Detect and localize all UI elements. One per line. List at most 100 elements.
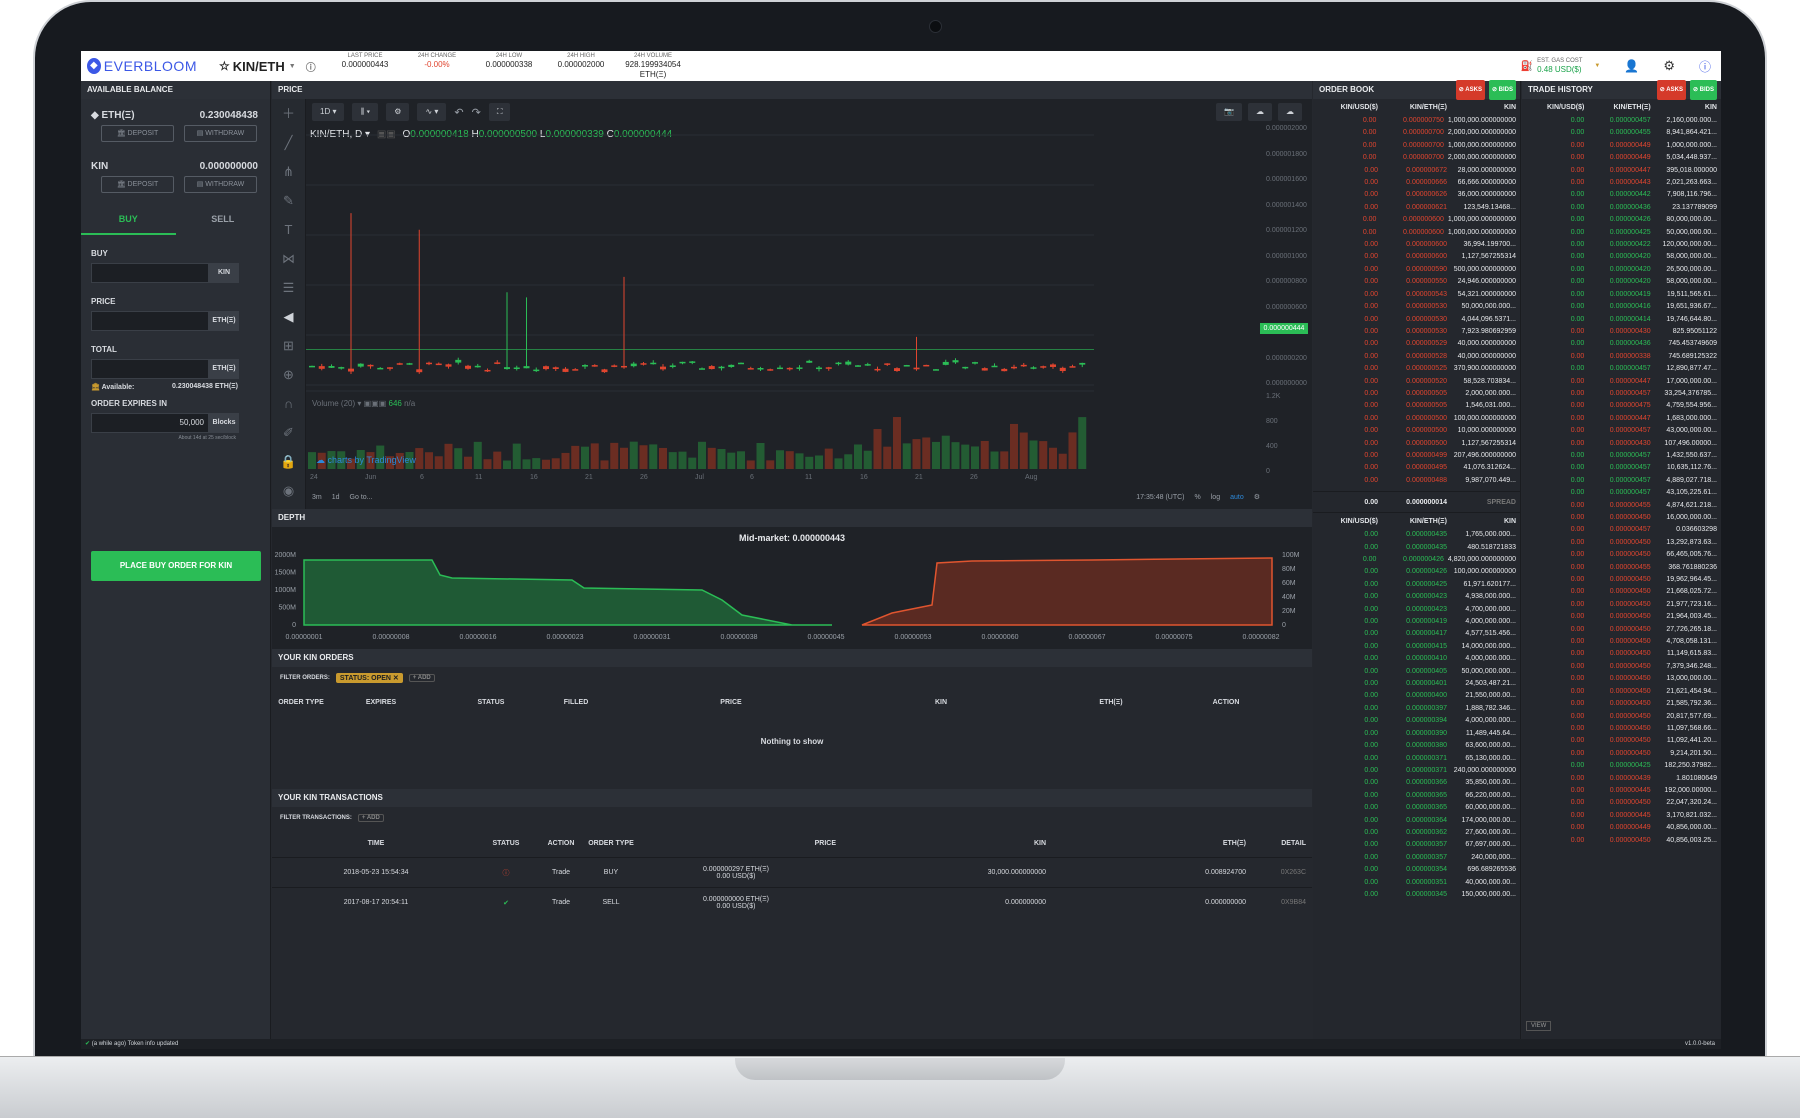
- book-row[interactable]: 0.00 0.000000455 4,874,621.218...: [1522, 500, 1721, 512]
- book-row[interactable]: 0.00 0.000000371 65,130,000.00...: [1313, 753, 1520, 765]
- book-row[interactable]: 0.00 0.000000435 480.518721833: [1313, 542, 1520, 554]
- book-row[interactable]: 0.00 0.000000450 66,465,005.76...: [1522, 549, 1721, 561]
- book-column[interactable]: KIN/USD($): [1313, 518, 1382, 525]
- orders-column[interactable]: ORDER TYPE: [276, 699, 326, 706]
- book-row[interactable]: 0.00 0.000000500 1,127,567255314: [1313, 438, 1520, 450]
- orders-column[interactable]: ETH(Ξ): [1026, 699, 1196, 706]
- undo-icon[interactable]: ↶: [454, 106, 463, 119]
- bids-toggle[interactable]: ⊘ BIDS: [1488, 80, 1516, 100]
- status-open-chip[interactable]: STATUS: OPEN ✕: [335, 673, 403, 683]
- book-row[interactable]: 0.00 0.000000345 150,000,000.00...: [1313, 889, 1520, 901]
- kin-withdraw-button[interactable]: ▤ WITHDRAW: [184, 176, 257, 193]
- book-row[interactable]: 0.00 0.000000530 4,044,096.5371...: [1313, 314, 1520, 326]
- buy-amount-input[interactable]: [91, 263, 209, 283]
- book-row[interactable]: 0.00 0.000000450 21,977,723.16...: [1522, 599, 1721, 611]
- candle-type-icon[interactable]: ⫼ ▾: [352, 103, 379, 121]
- book-row[interactable]: 0.00 0.000000423 4,700,000.000...: [1313, 604, 1520, 616]
- auto-toggle[interactable]: auto: [1230, 494, 1244, 501]
- orders-column[interactable]: STATUS: [436, 699, 546, 706]
- book-row[interactable]: 0.00 0.000000488 9,987,070.449...: [1313, 475, 1520, 487]
- pattern-icon[interactable]: ⋈: [272, 244, 305, 273]
- book-row[interactable]: 0.00 0.000000450 21,621,454.94...: [1522, 686, 1721, 698]
- book-row[interactable]: 0.00 0.000000621 123,549.13468...: [1313, 202, 1520, 214]
- book-row[interactable]: 0.00 0.000000450 11,092,441.20...: [1522, 735, 1721, 747]
- book-column[interactable]: KIN/ETH(Ξ): [1588, 104, 1654, 111]
- book-row[interactable]: 0.00 0.000000450 13,292,873.63...: [1522, 537, 1721, 549]
- book-row[interactable]: 0.00 0.000000442 7,908,116.796...: [1522, 189, 1721, 201]
- book-row[interactable]: 0.00 0.000000450 4,708,058.131...: [1522, 636, 1721, 648]
- view-button[interactable]: VIEW: [1526, 1021, 1552, 1031]
- book-row[interactable]: 0.00 0.000000357 67,697,000.00...: [1313, 839, 1520, 851]
- goto-button[interactable]: Go to...: [350, 494, 373, 501]
- tx-column[interactable]: PRICE: [636, 840, 836, 847]
- book-row[interactable]: 0.00 0.000000447 17,000,000.00...: [1522, 376, 1721, 388]
- info-icon[interactable]: ⓘ: [306, 59, 316, 74]
- add-filter-button[interactable]: + ADD: [408, 674, 435, 682]
- tx-column[interactable]: ORDER TYPE: [586, 840, 636, 847]
- book-row[interactable]: 0.00 0.000000449 1,000,000.000...: [1522, 140, 1721, 152]
- book-row[interactable]: 0.00 0.000000357 240,000,000...: [1313, 852, 1520, 864]
- crosshair-icon[interactable]: ＋: [272, 99, 305, 128]
- tx-column[interactable]: TIME: [276, 840, 476, 847]
- user-icon[interactable]: 👤: [1624, 59, 1639, 73]
- book-column[interactable]: KIN/ETH(Ξ): [1382, 518, 1451, 525]
- star-icon[interactable]: ☆: [219, 59, 230, 73]
- trend-line-icon[interactable]: ╱: [272, 128, 305, 157]
- book-row[interactable]: 0.00 0.000000362 27,600,000.00...: [1313, 827, 1520, 839]
- book-row[interactable]: 0.00 0.000000457 33,254,376785...: [1522, 388, 1721, 400]
- book-row[interactable]: 0.00 0.000000436 745.453749609: [1522, 338, 1721, 350]
- magnet-icon[interactable]: ∩: [272, 389, 305, 418]
- book-row[interactable]: 0.00 0.000000672 28,000.000000000: [1313, 165, 1520, 177]
- book-row[interactable]: 0.00 0.000000420 26,500,000.00...: [1522, 264, 1721, 276]
- book-row[interactable]: 0.00 0.000000500 100,000.000000000: [1313, 413, 1520, 425]
- pitchfork-icon[interactable]: ⋔: [272, 157, 305, 186]
- price-input[interactable]: [91, 311, 209, 331]
- book-row[interactable]: 0.00 0.000000457 43,105,225.61...: [1522, 487, 1721, 499]
- gear-icon[interactable]: ⚙: [1254, 493, 1260, 501]
- book-row[interactable]: 0.00 0.000000700 2,000,000.000000000: [1313, 127, 1520, 139]
- kin-deposit-button[interactable]: 🏛 DEPOSIT: [101, 176, 174, 193]
- book-row[interactable]: 0.00 0.000000525 370,900.000000000: [1313, 363, 1520, 375]
- book-row[interactable]: 0.00 0.000000365 60,000,000.00...: [1313, 802, 1520, 814]
- book-row[interactable]: 0.00 0.000000455 368.761880236: [1522, 562, 1721, 574]
- book-row[interactable]: 0.00 0.000000430 825.95051122: [1522, 326, 1721, 338]
- log-toggle[interactable]: log: [1211, 494, 1220, 501]
- pair-selector[interactable]: ☆ KIN/ETH ▼ ⓘ: [219, 59, 319, 74]
- tx-column[interactable]: KIN: [836, 840, 1046, 847]
- interval-select[interactable]: 1D ▾: [312, 103, 345, 121]
- book-row[interactable]: 0.00 0.000000530 50,000,000.000...: [1313, 301, 1520, 313]
- book-row[interactable]: 0.00 0.000000543 54,321.000000000: [1313, 289, 1520, 301]
- book-row[interactable]: 0.00 0.000000495 41,076.312624...: [1313, 462, 1520, 474]
- pencil-lock-icon[interactable]: ✐: [272, 418, 305, 447]
- book-row[interactable]: 0.00 0.000000419 19,511,565.61...: [1522, 289, 1721, 301]
- fullscreen-icon[interactable]: ⛶: [488, 103, 511, 121]
- tx-column[interactable]: DETAIL: [1246, 840, 1306, 847]
- indicators-icon[interactable]: ∿ ▾: [417, 103, 447, 121]
- book-row[interactable]: 0.00 0.000000420 58,000,000.00...: [1522, 276, 1721, 288]
- book-row[interactable]: 0.00 0.000000505 2,000,000.000...: [1313, 388, 1520, 400]
- book-row[interactable]: 0.00 0.000000445 3,170,821.032...: [1522, 810, 1721, 822]
- tx-column[interactable]: ETH(Ξ): [1046, 840, 1246, 847]
- book-row[interactable]: 0.00 0.000000364 174,000,000.00...: [1313, 815, 1520, 827]
- book-row[interactable]: 0.00 0.000000450 27,726,265.18...: [1522, 624, 1721, 636]
- settings-icon[interactable]: ⚙: [386, 103, 410, 121]
- book-row[interactable]: 0.00 0.000000365 66,220,000.00...: [1313, 790, 1520, 802]
- book-row[interactable]: 0.00 0.000000600 36,994.199700...: [1313, 239, 1520, 251]
- book-column[interactable]: KIN/USD($): [1313, 104, 1382, 111]
- book-row[interactable]: 0.00 0.000000422 120,000,000.00...: [1522, 239, 1721, 251]
- book-row[interactable]: 0.00 0.000000447 395,018.000000: [1522, 165, 1721, 177]
- zoom-icon[interactable]: ⊕: [272, 360, 305, 389]
- book-row[interactable]: 0.00 0.000000405 50,000,000.000...: [1313, 666, 1520, 678]
- book-row[interactable]: 0.00 0.000000455 8,941,864.421...: [1522, 127, 1721, 139]
- lock-icon[interactable]: 🔒: [272, 447, 305, 476]
- arrow-back-icon[interactable]: ◀: [272, 302, 305, 331]
- percent-toggle[interactable]: %: [1195, 494, 1201, 501]
- camera-icon[interactable]: 📷: [1216, 103, 1242, 121]
- book-row[interactable]: 0.00 0.000000700 2,000,000.000000000: [1313, 152, 1520, 164]
- book-row[interactable]: 0.00 0.000000450 21,668,025.72...: [1522, 586, 1721, 598]
- asks-toggle[interactable]: ⊘ ASKS: [1455, 80, 1485, 100]
- book-row[interactable]: 0.00 0.000000449 40,856,000.00...: [1522, 822, 1721, 834]
- book-row[interactable]: 0.00 0.000000371 240,000.000000000: [1313, 765, 1520, 777]
- book-row[interactable]: 0.00 0.000000475 4,759,554.956...: [1522, 400, 1721, 412]
- book-row[interactable]: 0.00 0.000000410 4,000,000.000...: [1313, 653, 1520, 665]
